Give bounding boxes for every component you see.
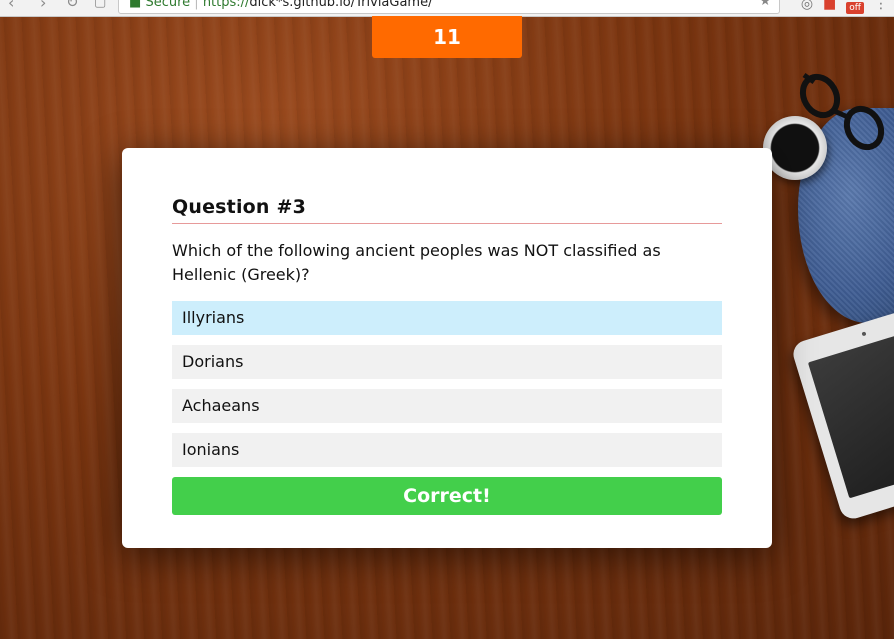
off-badge[interactable]: off (846, 2, 864, 14)
answer-list: Illyrians Dorians Achaeans Ionians (172, 301, 722, 467)
lock-icon: ■ (129, 0, 142, 10)
bookmark-icon[interactable]: ▢ (94, 0, 106, 10)
url-separator: | (194, 0, 199, 10)
address-bar[interactable]: ■ Secure | https://dick*s.github.io/Triv… (118, 0, 780, 14)
url-path: dick*s.github.io/TriviaGame/ (249, 0, 433, 10)
browser-toolbar: ‹ › ↻ ▢ ■ Secure | https://dick*s.github… (0, 0, 894, 17)
answer-option[interactable]: Illyrians (172, 301, 722, 335)
tablet-camera (861, 331, 867, 337)
reload-icon[interactable]: ↻ (66, 0, 79, 11)
menu-dots-icon[interactable]: ⋮ (874, 0, 888, 12)
extension-red-icon[interactable]: ■ (823, 0, 836, 12)
tablet-decoration (790, 301, 894, 522)
forward-arrow-icon[interactable]: › (40, 0, 46, 12)
answer-option[interactable]: Achaeans (172, 389, 722, 423)
glasses-decoration (799, 72, 885, 150)
question-card: Question #3 Which of the following ancie… (122, 148, 772, 548)
extension-icon[interactable]: ◎ (801, 0, 813, 12)
secure-label: Secure (145, 0, 191, 10)
url-prefix: https:// (202, 0, 250, 10)
answer-option[interactable]: Ionians (172, 433, 722, 467)
countdown-timer: 11 (372, 16, 522, 58)
answer-option[interactable]: Dorians (172, 345, 722, 379)
question-text: Which of the following ancient peoples w… (172, 241, 661, 284)
question-title: Question #3 (172, 196, 722, 224)
back-arrow-icon[interactable]: ‹ (8, 0, 14, 12)
star-icon[interactable]: ★ (759, 0, 771, 9)
result-banner: Correct! (172, 477, 722, 515)
tablet-screen (807, 325, 894, 499)
